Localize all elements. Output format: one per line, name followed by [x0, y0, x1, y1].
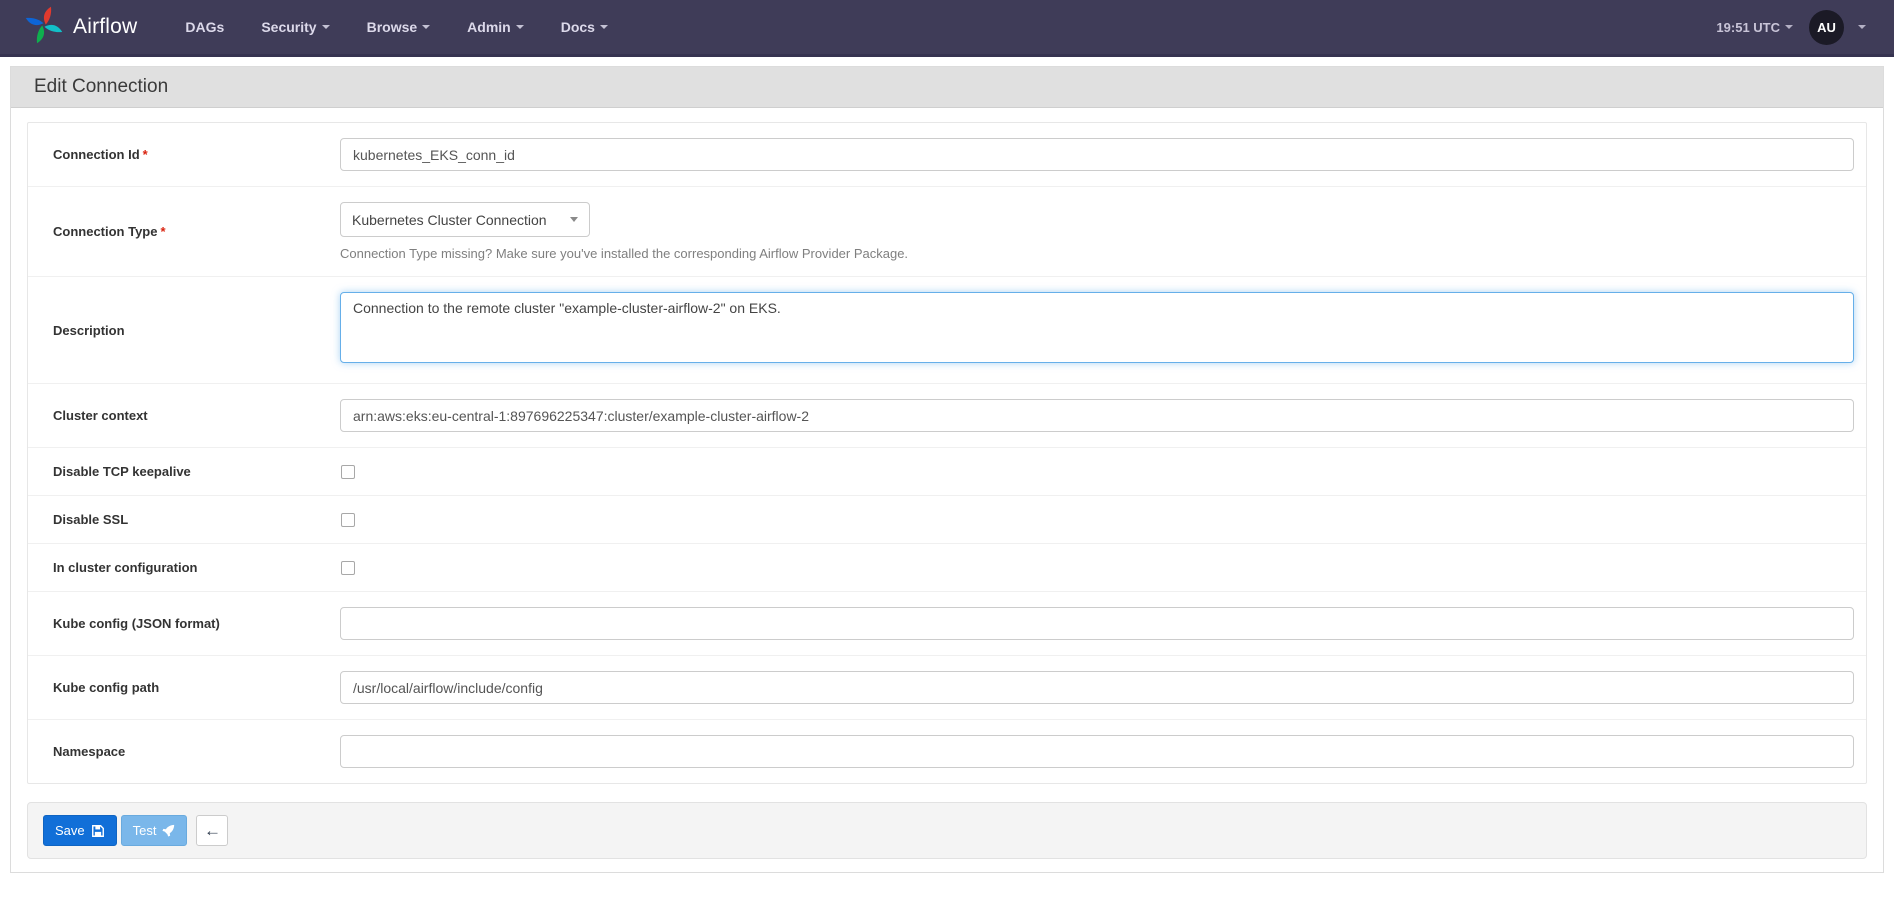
connection-type-help-text: Connection Type missing? Make sure you'v…	[340, 246, 1854, 261]
connection-type-selected-value: Kubernetes Cluster Connection	[352, 212, 547, 228]
connection-type-select[interactable]: Kubernetes Cluster Connection	[340, 202, 590, 237]
disable-tcp-keepalive-checkbox[interactable]	[341, 465, 355, 479]
chevron-down-icon	[600, 25, 608, 29]
kube-config-json-label: Kube config (JSON format)	[28, 616, 340, 631]
form-actions: Save Test ←	[27, 802, 1867, 859]
namespace-label: Namespace	[28, 744, 340, 759]
brand-title: Airflow	[73, 15, 137, 39]
form-row-kube-config-json: Kube config (JSON format)	[28, 591, 1866, 655]
connection-id-label: Connection Id*	[28, 147, 340, 162]
chevron-down-icon	[516, 25, 524, 29]
connection-type-label: Connection Type*	[28, 224, 340, 239]
required-asterisk: *	[143, 147, 148, 162]
airflow-brand[interactable]: Airflow	[24, 4, 137, 51]
avatar: AU	[1809, 10, 1844, 45]
disable-ssl-checkbox[interactable]	[341, 513, 355, 527]
edit-connection-panel: Edit Connection Connection Id* Connectio…	[10, 66, 1884, 873]
form-row-namespace: Namespace	[28, 719, 1866, 783]
user-menu[interactable]: AU	[1809, 10, 1866, 45]
nav-item-browse[interactable]: Browse	[367, 19, 431, 35]
form-row-cluster-context: Cluster context	[28, 383, 1866, 447]
connection-id-input[interactable]	[340, 138, 1854, 171]
nav-item-docs[interactable]: Docs	[561, 19, 608, 35]
disable-ssl-label: Disable SSL	[28, 512, 340, 527]
required-asterisk: *	[160, 224, 165, 239]
back-arrow-icon: ←	[204, 821, 221, 841]
cluster-context-label: Cluster context	[28, 408, 340, 423]
connection-form: Connection Id* Connection Type* Kubernet…	[27, 122, 1867, 784]
cluster-context-input[interactable]	[340, 399, 1854, 432]
description-label: Description	[28, 323, 340, 338]
back-button[interactable]: ←	[196, 815, 228, 846]
chevron-down-icon	[1785, 25, 1793, 29]
nav-item-dags[interactable]: DAGs	[185, 19, 224, 35]
test-button[interactable]: Test	[121, 815, 188, 846]
save-button[interactable]: Save	[43, 815, 117, 846]
airflow-pinwheel-icon	[24, 4, 64, 51]
kube-config-path-input[interactable]	[340, 671, 1854, 704]
nav-item-admin[interactable]: Admin	[467, 19, 524, 35]
nav-item-security[interactable]: Security	[261, 19, 329, 35]
select-arrow-icon	[570, 217, 578, 222]
form-row-connection-id: Connection Id*	[28, 123, 1866, 186]
namespace-input[interactable]	[340, 735, 1854, 768]
form-row-connection-type: Connection Type* Kubernetes Cluster Conn…	[28, 186, 1866, 276]
form-row-kube-config-path: Kube config path	[28, 655, 1866, 719]
page-title: Edit Connection	[11, 67, 1883, 108]
in-cluster-configuration-label: In cluster configuration	[28, 560, 340, 575]
in-cluster-configuration-checkbox[interactable]	[341, 561, 355, 575]
top-navbar: Airflow DAGs Security Browse Admin Docs …	[0, 0, 1894, 57]
kube-config-path-label: Kube config path	[28, 680, 340, 695]
navbar-right: 19:51 UTC AU	[1716, 10, 1866, 45]
form-row-description: Description Connection to the remote clu…	[28, 276, 1866, 383]
description-textarea[interactable]: Connection to the remote cluster "exampl…	[340, 292, 1854, 363]
form-row-disable-tcp-keepalive: Disable TCP keepalive	[28, 447, 1866, 495]
form-row-disable-ssl: Disable SSL	[28, 495, 1866, 543]
floppy-disk-icon	[91, 824, 105, 838]
chevron-down-icon	[322, 25, 330, 29]
kube-config-json-input[interactable]	[340, 607, 1854, 640]
timezone-selector[interactable]: 19:51 UTC	[1716, 20, 1793, 35]
main-nav: DAGs Security Browse Admin Docs	[185, 19, 608, 35]
chevron-down-icon	[422, 25, 430, 29]
form-row-in-cluster-configuration: In cluster configuration	[28, 543, 1866, 591]
chevron-down-icon	[1858, 25, 1866, 29]
disable-tcp-keepalive-label: Disable TCP keepalive	[28, 464, 340, 479]
rocket-icon	[162, 824, 175, 837]
